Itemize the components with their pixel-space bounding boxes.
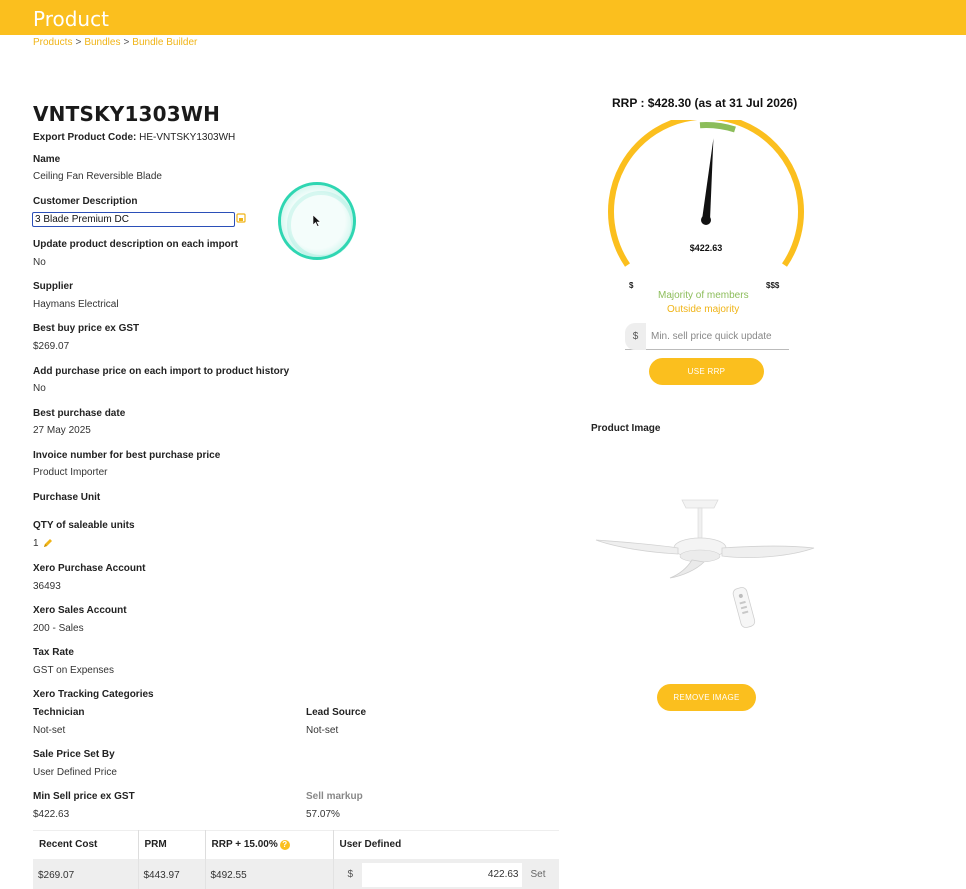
best-purchase-date-label: Best purchase date — [33, 408, 126, 419]
xero-sales-account-value: 200 - Sales — [33, 623, 84, 634]
user-defined-cell: $ Set — [333, 858, 559, 889]
sale-price-set-by-value: User Defined Price — [33, 767, 117, 778]
mouse-pointer-icon — [313, 215, 321, 227]
tracking-categories-label: Xero Tracking Categories — [33, 689, 154, 700]
supplier-label: Supplier — [33, 281, 74, 292]
breadcrumb-bundle-builder[interactable]: Bundle Builder — [132, 37, 197, 48]
prm-cell[interactable]: $443.97 — [138, 858, 206, 889]
xero-purchase-account-label: Xero Purchase Account — [33, 563, 146, 574]
lead-source-value[interactable]: Not-set — [306, 725, 338, 736]
qty-saleable-label: QTY of saleable units — [33, 520, 135, 531]
lead-source-label: Lead Source — [306, 707, 367, 718]
table-row: $269.07 $443.97 $492.55 $ Set — [33, 858, 559, 889]
add-purchase-value: No — [33, 383, 46, 394]
set-price-button[interactable]: Set — [531, 869, 546, 880]
name-value: Ceiling Fan Reversible Blade — [33, 171, 162, 182]
customer-description-label: Customer Description — [33, 196, 138, 207]
breadcrumb-bundles[interactable]: Bundles — [84, 37, 120, 48]
col-rrp-plus: RRP + 15.00%? — [205, 830, 334, 859]
gauge-min-label: $ — [629, 281, 634, 290]
page-title: Product — [33, 7, 109, 31]
top-header-bar: Product — [0, 0, 966, 35]
gauge-arc-majority — [699, 122, 736, 133]
min-sell-price-label: Min Sell price ex GST — [33, 791, 135, 802]
best-purchase-date-value: 27 May 2025 — [33, 425, 91, 436]
rrp-plus-cell[interactable]: $492.55 — [205, 858, 334, 889]
product-sku-heading: VNTSKY1303WH — [33, 102, 221, 126]
edit-pencil-icon[interactable] — [43, 538, 53, 548]
breadcrumb-separator: > — [75, 37, 82, 48]
breadcrumb-products[interactable]: Products — [33, 37, 72, 48]
technician-label: Technician — [33, 707, 85, 718]
quick-update-field: $ — [625, 323, 789, 350]
product-image — [595, 499, 815, 628]
breadcrumb-separator: > — [123, 37, 130, 48]
recent-cost-cell[interactable]: $269.07 — [33, 858, 139, 889]
update-description-label: Update product description on each impor… — [33, 239, 239, 250]
export-code-value: HE-VNTSKY1303WH — [139, 132, 236, 143]
sell-markup-value: 57.07% — [306, 809, 340, 820]
best-buy-value: $269.07 — [33, 341, 70, 352]
use-rrp-button[interactable]: USE RRP — [649, 358, 764, 385]
invoice-number-label: Invoice number for best purchase price — [33, 450, 221, 461]
remove-image-button[interactable]: REMOVE IMAGE — [657, 684, 756, 711]
xero-sales-account-label: Xero Sales Account — [33, 605, 127, 616]
user-defined-price-input[interactable] — [361, 862, 522, 887]
legend-outside: Outside majority — [667, 304, 740, 315]
rrp-title: RRP : $428.30 (as at 31 Jul 2026) — [612, 96, 798, 110]
name-label: Name — [33, 154, 61, 165]
sale-price-set-by-label: Sale Price Set By — [33, 749, 115, 760]
gauge-value: $422.63 — [690, 243, 723, 253]
breadcrumb: Products > Bundles > Bundle Builder — [33, 37, 197, 48]
product-image-label: Product Image — [591, 423, 661, 434]
save-description-icon[interactable] — [236, 213, 246, 223]
rrp-gauge: $422.63 — [608, 120, 804, 267]
export-code-label: Export Product Code: — [33, 132, 137, 143]
gauge-max-label: $$$ — [766, 281, 780, 290]
col-user-defined: User Defined — [333, 830, 559, 859]
tax-rate-value: GST on Expenses — [33, 665, 114, 676]
best-buy-label: Best buy price ex GST — [33, 323, 140, 334]
col-prm: PRM — [138, 830, 206, 859]
sell-markup-label: Sell markup — [306, 791, 363, 802]
col-recent-cost: Recent Cost — [33, 830, 139, 859]
gauge-needle — [702, 138, 714, 221]
gauge-hub — [701, 215, 711, 225]
technician-value[interactable]: Not-set — [33, 725, 65, 736]
price-table-header: Recent Cost PRM RRP + 15.00%? User Defin… — [33, 830, 559, 859]
purchase-unit-label: Purchase Unit — [33, 492, 101, 503]
qty-saleable-value: 1 — [33, 538, 39, 549]
update-description-value: No — [33, 257, 46, 268]
min-sell-quick-update-input[interactable] — [646, 323, 789, 350]
customer-description-input[interactable] — [32, 212, 235, 227]
xero-purchase-account-value: 36493 — [33, 581, 61, 592]
quick-update-currency: $ — [625, 323, 646, 350]
invoice-number-value: Product Importer — [33, 467, 108, 478]
add-purchase-label: Add purchase price on each import to pro… — [33, 366, 290, 377]
legend-majority: Majority of members — [658, 290, 749, 301]
price-table: Recent Cost PRM RRP + 15.00%? User Defin… — [33, 830, 559, 889]
user-defined-currency: $ — [347, 868, 354, 880]
export-product-code: Export Product Code: HE-VNTSKY1303WH — [33, 132, 235, 143]
col-rrp-plus-label: RRP + 15.00% — [211, 839, 278, 851]
supplier-value: Haymans Electrical — [33, 299, 119, 310]
tax-rate-label: Tax Rate — [33, 647, 74, 658]
min-sell-price-value: $422.63 — [33, 809, 70, 820]
help-icon[interactable]: ? — [279, 839, 290, 850]
